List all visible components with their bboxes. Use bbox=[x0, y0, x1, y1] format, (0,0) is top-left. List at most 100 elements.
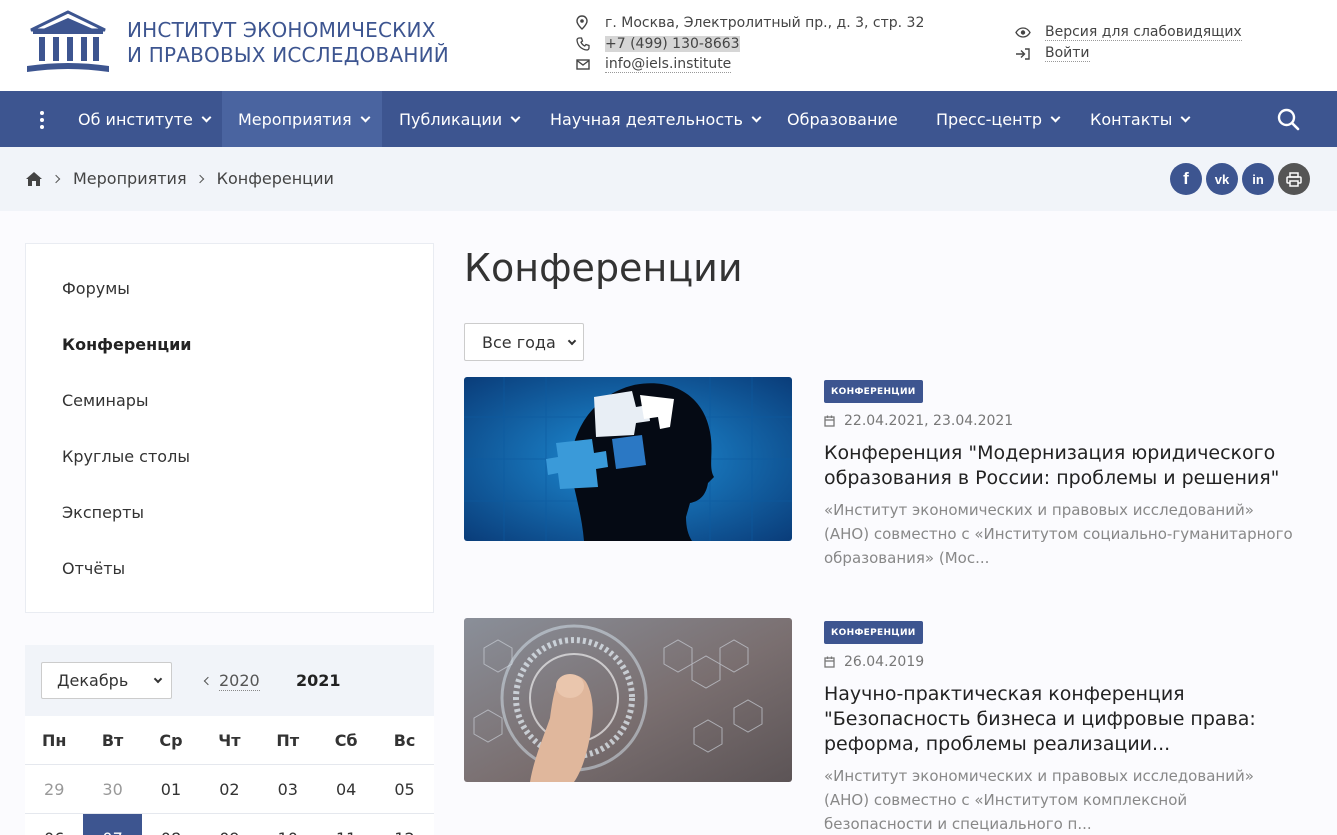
calendar-icon bbox=[824, 656, 835, 668]
calendar-day[interactable]: 11 bbox=[317, 814, 375, 835]
login-link[interactable]: Войти bbox=[1045, 45, 1090, 62]
breadcrumb-bar: Мероприятия Конференции f vk in bbox=[0, 147, 1337, 211]
vk-icon: vk bbox=[1214, 171, 1230, 187]
calendar-day[interactable]: 02 bbox=[200, 765, 258, 813]
calendar-day[interactable]: 29 bbox=[25, 765, 83, 813]
facebook-icon: f bbox=[1183, 169, 1189, 188]
sidebar-item-forums[interactable]: Форумы bbox=[62, 279, 130, 298]
chevron-right-icon bbox=[195, 174, 204, 183]
email-link[interactable]: info@iels.institute bbox=[605, 56, 732, 73]
facebook-share-button[interactable]: f bbox=[1170, 163, 1202, 195]
calendar-week-row: 06 07 08 09 10 11 12 bbox=[25, 814, 434, 835]
event-title-link[interactable]: Научно-практическая конференция "Безопас… bbox=[824, 682, 1324, 757]
eye-icon bbox=[1015, 27, 1045, 38]
nav-item-about[interactable]: Об институте bbox=[78, 91, 212, 147]
printer-icon bbox=[1286, 171, 1302, 187]
calendar-week-row: 29 30 01 02 03 04 05 bbox=[25, 765, 434, 814]
chevron-down-icon bbox=[153, 674, 163, 684]
calendar-icon bbox=[824, 415, 835, 427]
email-row: info@iels.institute bbox=[576, 54, 924, 75]
institute-building-logo-icon[interactable] bbox=[25, 10, 111, 76]
calendar-day[interactable]: 30 bbox=[83, 765, 141, 813]
chevron-left-icon bbox=[203, 676, 213, 686]
calendar-day[interactable]: 10 bbox=[259, 814, 317, 835]
phone-icon bbox=[576, 36, 605, 51]
calendar-header: Декабрь 2020 2021 bbox=[25, 645, 434, 716]
nav-item-education[interactable]: Образование bbox=[787, 91, 898, 147]
home-icon[interactable] bbox=[25, 171, 43, 187]
envelope-icon bbox=[576, 59, 605, 70]
calendar-day[interactable]: 08 bbox=[142, 814, 200, 835]
nav-item-research[interactable]: Научная деятельность bbox=[550, 91, 762, 147]
previous-year-link[interactable]: 2020 bbox=[203, 671, 260, 691]
weekday-label: Сб bbox=[334, 730, 358, 750]
calendar-day[interactable]: 06 bbox=[25, 814, 83, 835]
calendar-day[interactable]: 12 bbox=[375, 814, 433, 835]
events-calendar: Декабрь 2020 2021 Пн Вт Ср Чт Пт Сб Вс 2… bbox=[25, 645, 434, 835]
search-icon[interactable] bbox=[1277, 108, 1300, 131]
year-filter-select[interactable]: Все года bbox=[464, 323, 584, 361]
main-navigation: Об институте Мероприятия Публикации Науч… bbox=[0, 91, 1337, 147]
nav-item-events[interactable]: Мероприятия bbox=[222, 91, 382, 147]
sign-in-icon bbox=[1015, 47, 1045, 60]
page-title: Конференции bbox=[464, 246, 743, 290]
header-actions: Версия для слабовидящих Войти bbox=[1015, 22, 1242, 64]
chevron-down-icon bbox=[567, 336, 577, 346]
linkedin-icon: in bbox=[1252, 171, 1264, 187]
weekday-label: Вт bbox=[101, 730, 124, 750]
sidebar-item-round-tables[interactable]: Круглые столы bbox=[62, 447, 190, 466]
address-text: г. Москва, Электролитный пр., д. 3, стр.… bbox=[605, 14, 925, 31]
event-description: «Институт экономических и правовых иссле… bbox=[824, 501, 1293, 567]
institute-name[interactable]: ИНСТИТУТ ЭКОНОМИЧЕСКИХ И ПРАВОВЫХ ИССЛЕД… bbox=[127, 18, 449, 68]
accessibility-version-link[interactable]: Версия для слабовидящих bbox=[1045, 24, 1242, 41]
sidebar-item-seminars[interactable]: Семинары bbox=[62, 391, 149, 410]
sidebar-item-reports[interactable]: Отчёты bbox=[62, 559, 125, 578]
weekday-label: Ср bbox=[159, 730, 183, 750]
category-tag[interactable]: КОНФЕРЕНЦИИ bbox=[824, 380, 923, 403]
chevron-down-icon bbox=[1050, 112, 1061, 122]
weekday-label: Пн bbox=[41, 730, 67, 750]
breadcrumb: Мероприятия Конференции bbox=[25, 169, 334, 188]
location-pin-icon bbox=[576, 15, 605, 30]
calendar-day[interactable]: 01 bbox=[142, 765, 200, 813]
breadcrumb-item-current: Конференции bbox=[216, 169, 334, 188]
print-button[interactable] bbox=[1278, 163, 1310, 195]
event-title-link[interactable]: Конференция "Модернизация юридического о… bbox=[824, 441, 1324, 491]
nav-item-contacts[interactable]: Контакты bbox=[1090, 91, 1191, 147]
linkedin-share-button[interactable]: in bbox=[1242, 163, 1274, 195]
contacts-block: г. Москва, Электролитный пр., д. 3, стр.… bbox=[576, 12, 924, 75]
vk-share-button[interactable]: vk bbox=[1206, 163, 1238, 195]
weekday-label: Чт bbox=[218, 730, 241, 750]
calendar-day[interactable]: 04 bbox=[317, 765, 375, 813]
site-header: ИНСТИТУТ ЭКОНОМИЧЕСКИХ И ПРАВОВЫХ ИССЛЕД… bbox=[0, 0, 1337, 91]
conference-image-digital-touch[interactable] bbox=[464, 618, 792, 782]
conference-image-puzzle-head[interactable] bbox=[464, 377, 792, 541]
event-description: «Институт экономических и правовых иссле… bbox=[824, 767, 1254, 833]
current-year: 2021 bbox=[296, 671, 341, 690]
chevron-down-icon bbox=[360, 112, 371, 122]
chevron-right-icon bbox=[51, 174, 61, 183]
sidebar-item-conferences[interactable]: Конференции bbox=[62, 335, 192, 354]
calendar-day[interactable]: 03 bbox=[259, 765, 317, 813]
nav-item-publications[interactable]: Публикации bbox=[399, 91, 521, 147]
accessibility-version-row[interactable]: Версия для слабовидящих bbox=[1015, 22, 1242, 43]
calendar-day-selected[interactable]: 07 bbox=[83, 814, 142, 835]
login-row[interactable]: Войти bbox=[1015, 43, 1242, 64]
calendar-day[interactable]: 09 bbox=[200, 814, 258, 835]
sidebar-item-experts[interactable]: Эксперты bbox=[62, 503, 144, 522]
event-date: 26.04.2019 bbox=[824, 654, 924, 670]
month-select[interactable]: Декабрь bbox=[41, 662, 172, 699]
address-row: г. Москва, Электролитный пр., д. 3, стр.… bbox=[576, 12, 924, 33]
category-tag[interactable]: КОНФЕРЕНЦИИ bbox=[824, 621, 923, 644]
chevron-down-icon bbox=[1180, 112, 1191, 122]
more-menu-icon[interactable] bbox=[40, 111, 44, 132]
chevron-down-icon bbox=[510, 112, 521, 122]
calendar-day[interactable]: 05 bbox=[375, 765, 433, 813]
breadcrumb-item-events[interactable]: Мероприятия bbox=[73, 169, 187, 188]
nav-item-press-center[interactable]: Пресс-центр bbox=[936, 91, 1061, 147]
chevron-down-icon bbox=[201, 112, 212, 122]
chevron-down-icon bbox=[751, 112, 762, 122]
share-buttons: f vk in bbox=[1170, 163, 1310, 195]
event-date: 22.04.2021, 23.04.2021 bbox=[824, 413, 1013, 429]
phone-link[interactable]: +7 (499) 130-8663 bbox=[605, 35, 740, 52]
